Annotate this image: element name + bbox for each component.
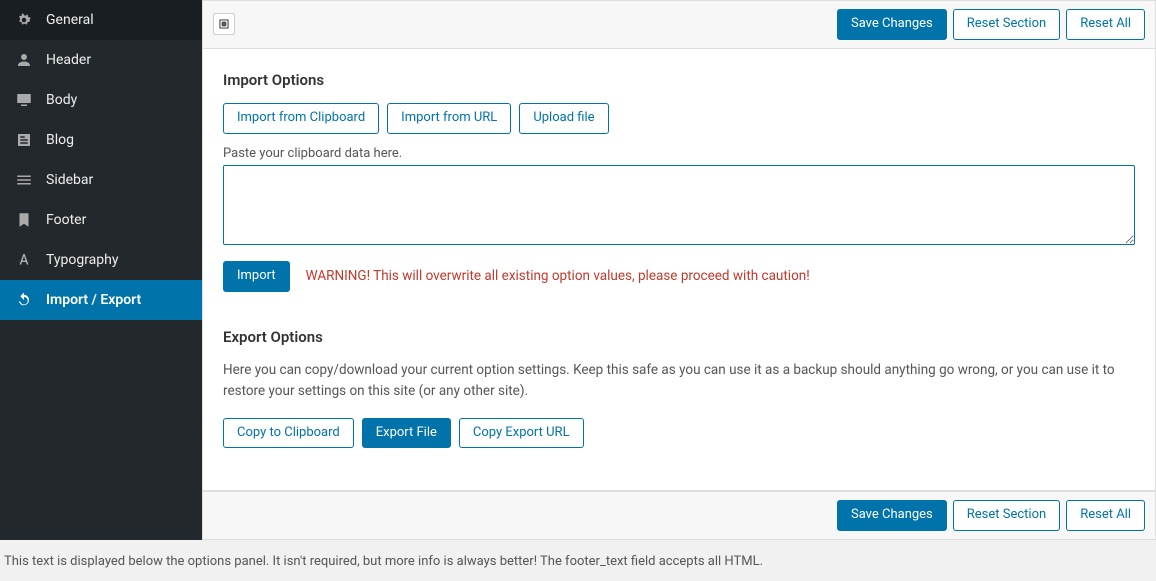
sidebar-item-footer[interactable]: Footer	[0, 200, 202, 240]
copy-export-url-button[interactable]: Copy Export URL	[459, 418, 584, 449]
expand-toggle-button[interactable]	[213, 13, 235, 35]
import-action-row: Import WARNING! This will overwrite all …	[223, 261, 1135, 292]
reset-all-button-bottom[interactable]: Reset All	[1066, 500, 1145, 531]
sidebar-item-label: Header	[46, 52, 91, 68]
sidebar-item-sidebar[interactable]: Sidebar	[0, 160, 202, 200]
sidebar-item-label: Sidebar	[46, 172, 93, 188]
save-changes-button-bottom[interactable]: Save Changes	[837, 500, 947, 531]
reset-section-button-bottom[interactable]: Reset Section	[953, 500, 1060, 531]
import-from-clipboard-button[interactable]: Import from Clipboard	[223, 103, 379, 134]
top-toolbar: Save Changes Reset Section Reset All	[202, 0, 1156, 49]
import-warning: WARNING! This will overwrite all existin…	[306, 268, 810, 284]
sidebar-item-body[interactable]: Body	[0, 80, 202, 120]
bottom-toolbar: Save Changes Reset Section Reset All	[202, 491, 1156, 540]
import-from-url-button[interactable]: Import from URL	[387, 103, 511, 134]
export-options-title: Export Options	[223, 328, 1135, 346]
upload-file-button[interactable]: Upload file	[519, 103, 608, 134]
reset-all-button[interactable]: Reset All	[1066, 9, 1145, 40]
font-icon	[14, 250, 34, 270]
menu-icon	[14, 170, 34, 190]
sidebar: General Header Body Blog Sidebar	[0, 0, 202, 540]
sidebar-item-import-export[interactable]: Import / Export	[0, 280, 202, 320]
reset-section-button[interactable]: Reset Section	[953, 9, 1060, 40]
refresh-icon	[14, 290, 34, 310]
options-content: Import Options Import from Clipboard Imp…	[202, 49, 1156, 491]
sidebar-item-general[interactable]: General	[0, 0, 202, 40]
blog-icon	[14, 130, 34, 150]
sidebar-item-header[interactable]: Header	[0, 40, 202, 80]
sidebar-item-label: Blog	[46, 132, 74, 148]
gear-icon	[14, 10, 34, 30]
import-options-title: Import Options	[223, 71, 1135, 89]
sidebar-item-label: Typography	[46, 252, 118, 268]
monitor-icon	[14, 90, 34, 110]
copy-to-clipboard-button[interactable]: Copy to Clipboard	[223, 418, 354, 449]
import-button[interactable]: Import	[223, 261, 290, 292]
sidebar-item-label: Body	[46, 92, 77, 108]
import-textarea[interactable]	[223, 165, 1135, 245]
sidebar-item-label: Footer	[46, 212, 86, 228]
footer-note: This text is displayed below the options…	[4, 554, 763, 569]
save-changes-button[interactable]: Save Changes	[837, 9, 947, 40]
sidebar-item-typography[interactable]: Typography	[0, 240, 202, 280]
import-hint: Paste your clipboard data here.	[223, 146, 1135, 161]
sidebar-item-label: Import / Export	[46, 292, 141, 308]
bookmark-icon	[14, 210, 34, 230]
sidebar-item-blog[interactable]: Blog	[0, 120, 202, 160]
user-icon	[14, 50, 34, 70]
import-buttons-row: Import from Clipboard Import from URL Up…	[223, 103, 1135, 134]
export-description: Here you can copy/download your current …	[223, 360, 1135, 402]
export-file-button[interactable]: Export File	[362, 418, 451, 449]
sidebar-item-label: General	[46, 12, 94, 28]
export-buttons-row: Copy to Clipboard Export File Copy Expor…	[223, 418, 1135, 449]
